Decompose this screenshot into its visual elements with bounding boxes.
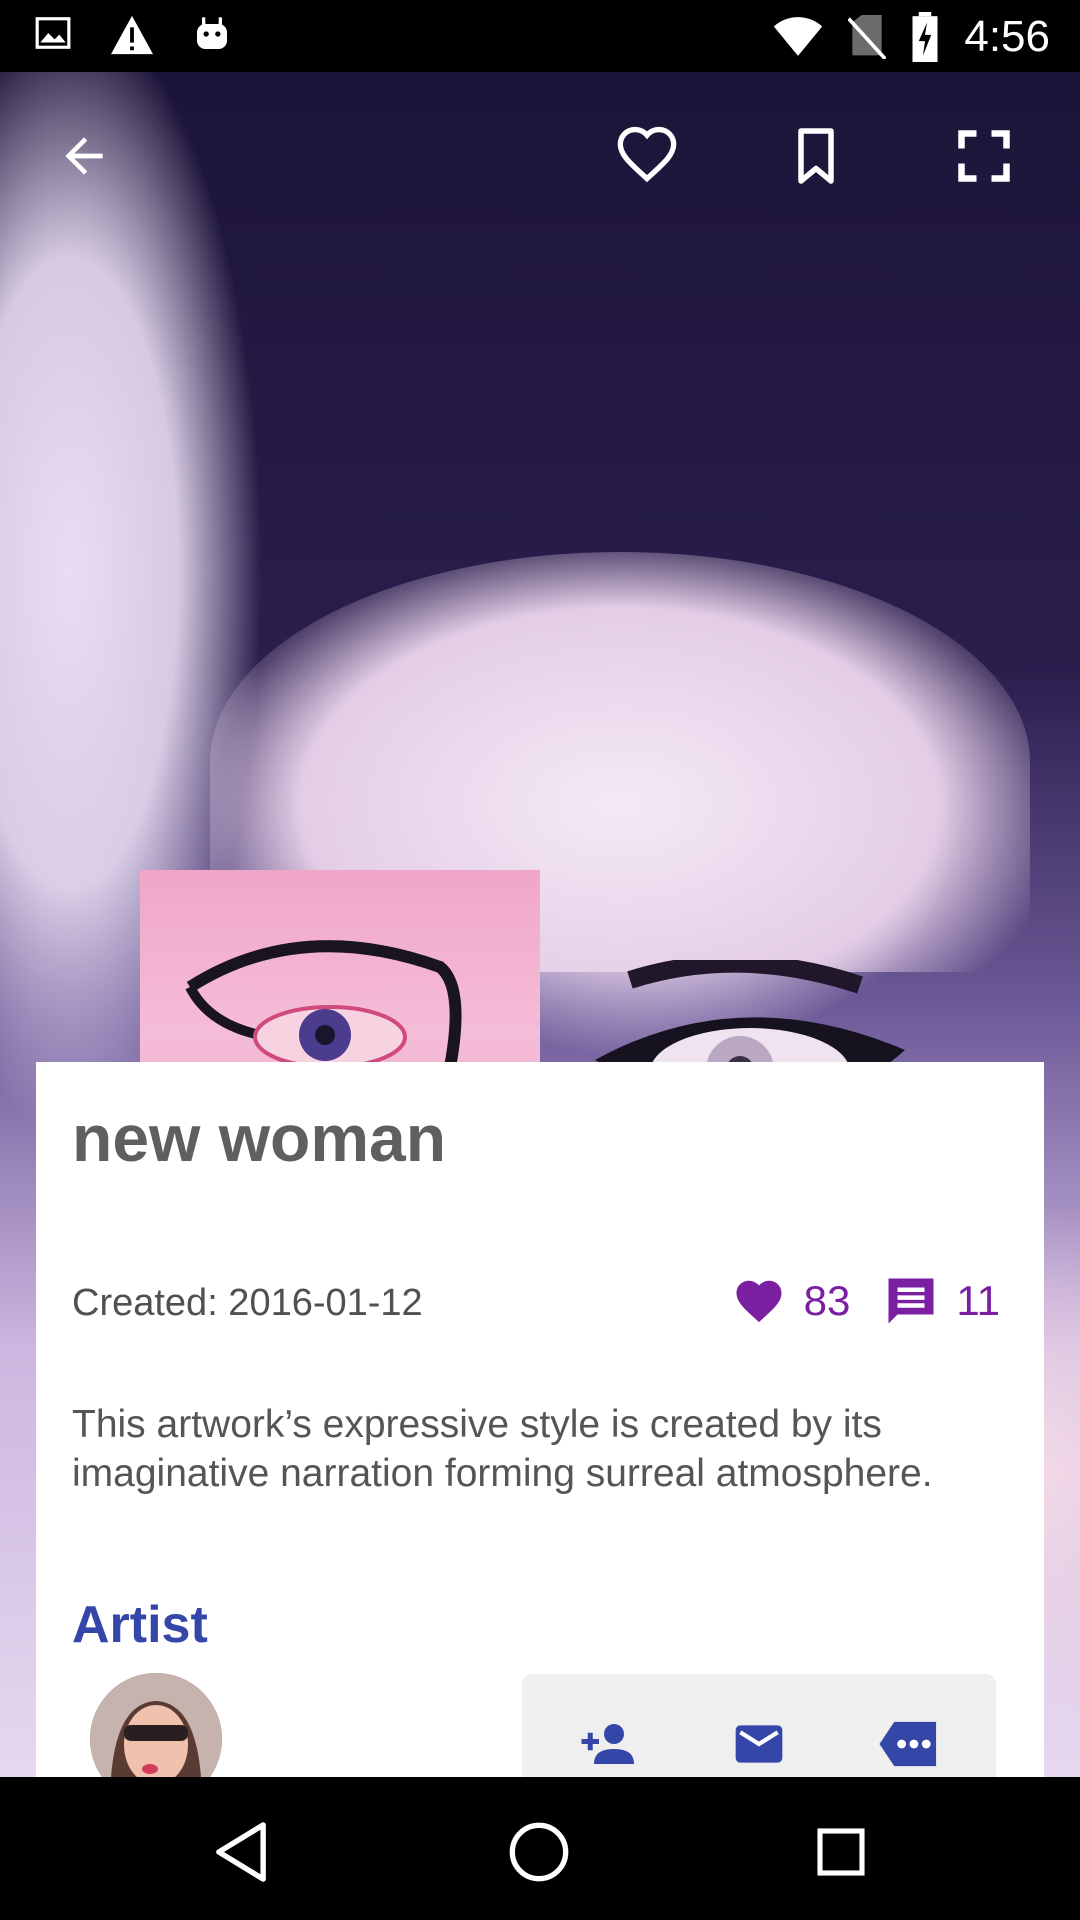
mail-icon bbox=[735, 1725, 783, 1763]
status-time: 4:56 bbox=[964, 12, 1050, 61]
nav-recents-button[interactable] bbox=[796, 1807, 886, 1897]
message-artist-button[interactable] bbox=[724, 1714, 794, 1774]
heart-outline-icon bbox=[617, 126, 677, 183]
fullscreen-button[interactable] bbox=[942, 114, 1026, 198]
nav-back-button[interactable] bbox=[196, 1807, 286, 1897]
artist-heading: Artist bbox=[72, 1596, 208, 1654]
warning-icon bbox=[111, 15, 153, 55]
artwork-created-date: Created: 2016-01-12 bbox=[72, 1282, 423, 1324]
comments-count: 11 bbox=[956, 1277, 1000, 1324]
heart-filled-icon bbox=[736, 1280, 782, 1323]
artwork-title: new woman bbox=[72, 1101, 447, 1175]
follow-artist-button[interactable] bbox=[574, 1714, 644, 1774]
status-right-icons: 4:56 bbox=[772, 12, 1050, 62]
more-options-button[interactable] bbox=[874, 1714, 944, 1774]
artwork-stats: 83 11 bbox=[732, 1274, 1000, 1328]
status-left-icons bbox=[34, 14, 232, 56]
more-message-icon bbox=[879, 1721, 937, 1767]
status-bar: 4:56 bbox=[0, 0, 1080, 72]
artwork-left-eye bbox=[185, 940, 462, 1069]
likes-count: 83 bbox=[803, 1277, 851, 1324]
navigation-bar bbox=[0, 1777, 1080, 1920]
comments-stat[interactable]: 11 bbox=[884, 1274, 1000, 1328]
comment-icon bbox=[888, 1278, 934, 1324]
image-toolbar bbox=[0, 72, 1080, 240]
no-sim-icon bbox=[848, 15, 887, 59]
back-triangle-icon bbox=[216, 1822, 266, 1882]
wifi-icon bbox=[774, 17, 823, 56]
bookmark-button[interactable] bbox=[774, 114, 858, 198]
favorite-button[interactable] bbox=[605, 114, 689, 198]
add-person-icon bbox=[581, 1724, 634, 1764]
fullscreen-icon bbox=[958, 130, 1010, 182]
image-icon bbox=[35, 17, 71, 49]
battery-charging-icon bbox=[912, 12, 938, 62]
nav-home-button[interactable] bbox=[494, 1807, 584, 1897]
likes-stat[interactable]: 83 bbox=[732, 1274, 851, 1328]
android-icon bbox=[197, 17, 227, 49]
recents-square-icon bbox=[817, 1828, 865, 1876]
arrow-back-icon bbox=[65, 137, 103, 175]
home-circle-icon bbox=[509, 1822, 569, 1882]
artwork-description: This artwork’s expressive style is creat… bbox=[72, 1403, 933, 1495]
back-button[interactable] bbox=[42, 114, 126, 198]
artwork-info-card: new woman Created: 2016-01-12 83 11 This… bbox=[36, 1062, 1044, 1814]
bookmark-outline-icon bbox=[798, 128, 834, 184]
